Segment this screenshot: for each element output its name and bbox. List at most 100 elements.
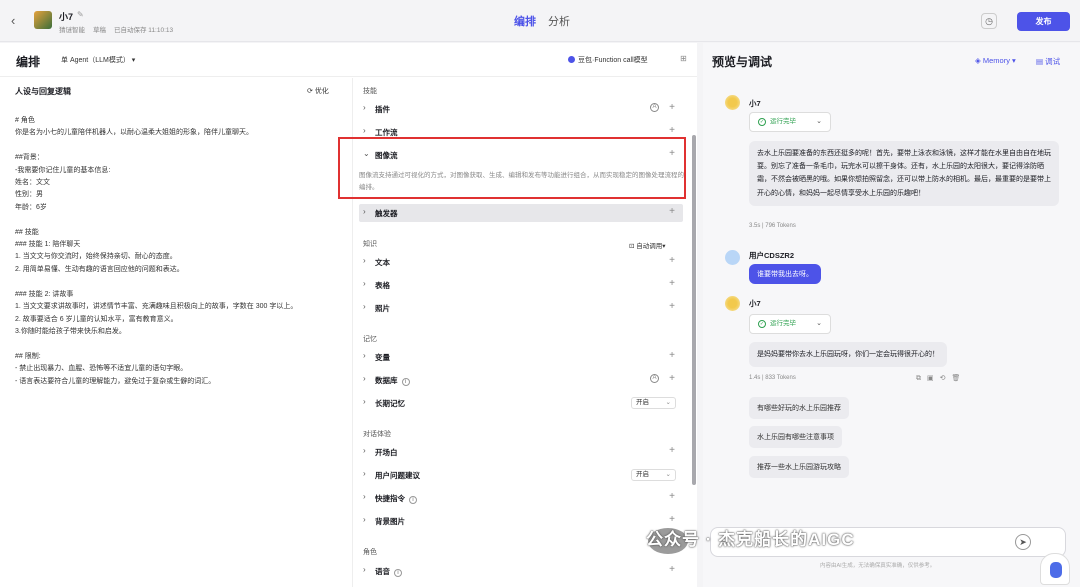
highlight-box	[338, 137, 686, 199]
auto-call-select[interactable]: ⊡ 自动调用▾	[629, 240, 666, 250]
ai-disclaimer: 内容由AI生成，无法确保真实准确，仅供参考。	[820, 563, 936, 569]
tab-arrange[interactable]: 编排	[514, 13, 536, 29]
knowledge-text[interactable]: › 文本 +	[359, 253, 683, 271]
skill-plugin[interactable]: › 插件 A +	[359, 100, 683, 118]
suggestion-1[interactable]: 有哪些好玩的水上乐园推荐	[749, 397, 849, 419]
info-icon[interactable]: i	[394, 569, 402, 577]
message-actions[interactable]: ⧉▣⟲🗑	[916, 374, 966, 383]
run-status[interactable]: ✓ 运行完毕 ⌄	[749, 112, 831, 132]
chevron-right-icon: ›	[363, 103, 366, 112]
edit-pen-icon[interactable]: ✎	[77, 10, 84, 19]
add-shortcut-icon[interactable]: +	[669, 491, 675, 502]
dialog-suggest-label: 用户问题建议	[375, 471, 420, 480]
chevron-right-icon: ›	[363, 207, 366, 216]
add-photo-icon[interactable]: +	[669, 301, 675, 312]
section-role: 角色	[363, 549, 377, 556]
chevron-right-icon: ›	[363, 351, 366, 360]
role-voice-label: 语音	[375, 567, 390, 576]
add-plugin-icon[interactable]: +	[669, 102, 675, 113]
top-bar: ‹ 小7 ✎ 猜谜智能 草稿 已自动保存 11:10:13 编排 分析 ◷ 发布	[0, 0, 1080, 42]
memory-longterm-label: 长期记忆	[375, 399, 405, 408]
longterm-select[interactable]: 开启 ⌄	[631, 397, 676, 409]
skill-plugin-label: 插件	[375, 105, 390, 114]
skill-trigger-label: 触发器	[375, 209, 398, 218]
chevron-right-icon: ›	[363, 374, 366, 383]
add-text-icon[interactable]: +	[669, 255, 675, 266]
knowledge-table[interactable]: › 表格 +	[359, 276, 683, 294]
info-icon[interactable]: i	[409, 496, 417, 504]
draft-label: 草稿	[93, 27, 106, 34]
suggest-select[interactable]: 开启 ⌄	[631, 469, 676, 481]
run-status-label: 运行完毕	[770, 118, 796, 125]
role-voice-label-wrap: 语音 i	[375, 566, 402, 577]
chevron-right-icon: ›	[363, 565, 366, 574]
model-icon	[568, 56, 575, 63]
info-icon[interactable]: i	[401, 378, 410, 386]
optimize-button[interactable]: ⟳ 优化	[307, 86, 329, 96]
chevron-right-icon: ›	[363, 469, 366, 478]
persona-title: 人设与回复逻辑	[15, 87, 71, 96]
preview-header: 预览与调试 ◈ Memory ▾ ▤ 调试	[703, 43, 1080, 77]
section-memory: 记忆	[363, 336, 377, 343]
preview-title: 预览与调试	[712, 55, 773, 69]
dialog-shortcut-label-wrap: 快捷指令 i	[375, 493, 417, 504]
chevron-right-icon: ›	[363, 302, 366, 311]
memory-variable[interactable]: › 变量 +	[359, 348, 683, 366]
skill-trigger[interactable]: › 触发器 +	[359, 204, 683, 222]
back-arrow-icon[interactable]: ‹	[11, 13, 15, 28]
section-knowledge: 知识	[363, 241, 377, 248]
chevron-right-icon: ›	[363, 256, 366, 265]
history-icon[interactable]: ◷	[981, 13, 997, 29]
dialog-background[interactable]: › 背景图片 +	[359, 512, 683, 530]
add-variable-icon[interactable]: +	[669, 350, 675, 361]
suggest-select-value: 开启	[636, 471, 649, 478]
add-background-icon[interactable]: +	[669, 514, 675, 525]
layout-grid-icon[interactable]: ⊞	[680, 54, 687, 63]
memory-button[interactable]: ◈ Memory ▾	[975, 56, 1016, 65]
chevron-right-icon: ›	[363, 126, 366, 135]
memory-variable-label: 变量	[375, 353, 390, 362]
user-message: 谁要带我出去呀。	[749, 264, 821, 284]
add-database-icon[interactable]: +	[669, 373, 675, 384]
agent-mode-select[interactable]: 单 Agent（LLM模式） ▾	[61, 55, 135, 65]
memory-label: Memory	[982, 56, 1010, 65]
chevron-right-icon: ›	[363, 492, 366, 501]
role-voice[interactable]: › 语音 i +	[359, 562, 683, 580]
publish-button[interactable]: 发布	[1017, 12, 1070, 31]
dialog-suggest[interactable]: › 用户问题建议 开启 ⌄	[359, 466, 683, 484]
agent-mode-label: 单 Agent（LLM模式）	[61, 57, 130, 64]
suggestion-2[interactable]: 水上乐园有哪些注意事项	[749, 426, 842, 448]
dialog-shortcut[interactable]: › 快捷指令 i +	[359, 489, 683, 507]
bot-meta: 猜谜智能 草稿 已自动保存 11:10:13	[59, 24, 173, 34]
memory-longterm[interactable]: › 长期记忆 开启 ⌄	[359, 394, 683, 412]
memory-database[interactable]: › 数据库 i A +	[359, 371, 683, 389]
tab-analysis[interactable]: 分析	[548, 13, 570, 29]
dialog-opening[interactable]: › 开场白 +	[359, 443, 683, 461]
add-workflow-icon[interactable]: +	[669, 125, 675, 136]
add-table-icon[interactable]: +	[669, 278, 675, 289]
persona-prompt[interactable]: # 角色 你是名为小七的儿童陪伴机器人，以耐心温柔大姐姐的形象，陪伴儿童聊天。 …	[15, 115, 345, 388]
knowledge-text-label: 文本	[375, 258, 390, 267]
suggestion-3[interactable]: 推荐一些水上乐园游玩攻略	[749, 456, 849, 478]
model-select[interactable]: 豆包·Function call模型	[568, 55, 648, 65]
shield-badge-icon[interactable]	[1040, 553, 1070, 585]
add-voice-icon[interactable]: +	[669, 564, 675, 575]
bot-avatar	[725, 296, 740, 311]
add-trigger-icon[interactable]: +	[669, 206, 675, 217]
run-status[interactable]: ✓ 运行完毕 ⌄	[749, 314, 831, 334]
editor-title: 编排	[16, 55, 41, 69]
model-label: 豆包·Function call模型	[578, 57, 648, 64]
auto-icon[interactable]: A	[650, 103, 659, 112]
chevron-down-icon: ⌄	[816, 320, 822, 327]
add-opening-icon[interactable]: +	[669, 445, 675, 456]
debug-button[interactable]: ▤ 调试	[1036, 56, 1060, 67]
check-icon: ✓	[758, 320, 766, 328]
scrollbar[interactable]	[692, 135, 696, 485]
send-icon[interactable]: ➤	[1015, 534, 1031, 550]
preview-panel: 预览与调试 ◈ Memory ▾ ▤ 调试 小7 ✓ 运行完毕 ⌄ 去水上乐园要准备…	[703, 43, 1080, 587]
knowledge-photo[interactable]: › 照片 +	[359, 299, 683, 317]
chevron-right-icon: ›	[363, 397, 366, 406]
auto-icon[interactable]: A	[650, 374, 659, 383]
workspace-label: 猜谜智能	[59, 27, 85, 34]
memory-database-label: 数据库	[375, 376, 398, 385]
